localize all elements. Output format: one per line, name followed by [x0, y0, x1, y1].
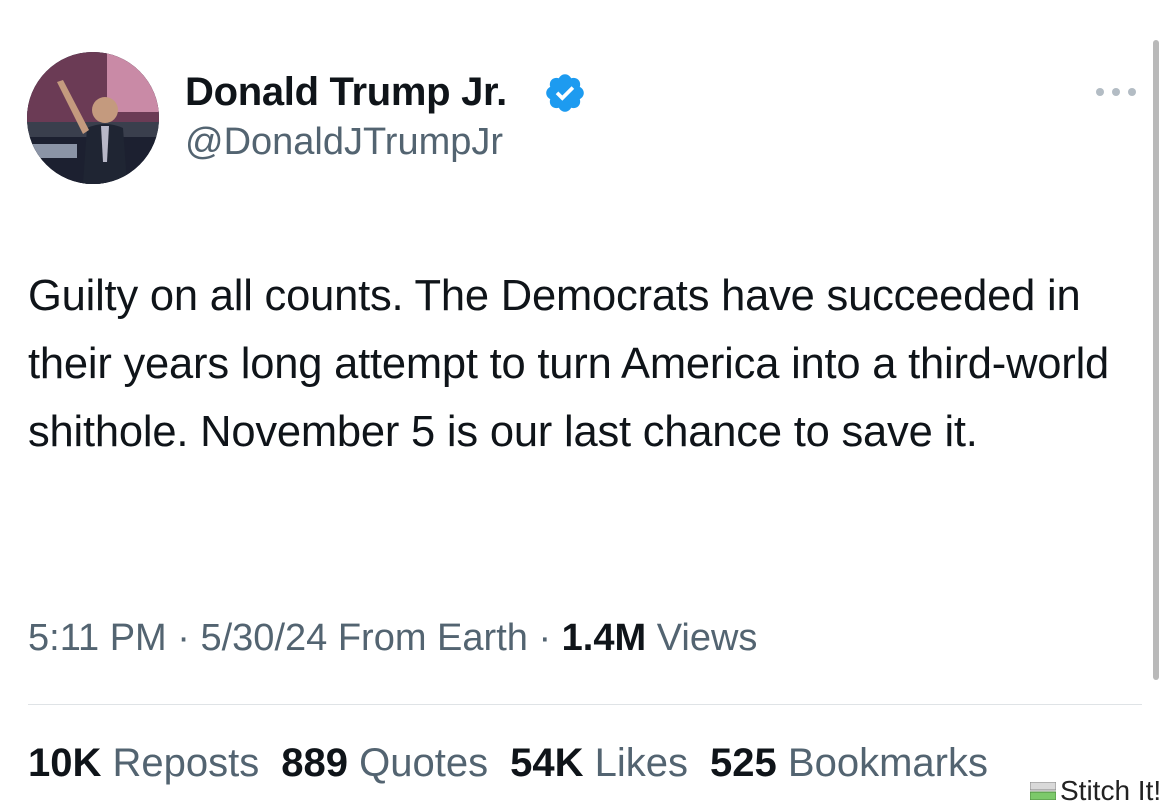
- tweet-text: Guilty on all counts. The Democrats have…: [28, 272, 1110, 456]
- stitch-label: Stitch It!: [1060, 775, 1162, 806]
- author-handle[interactable]: @DonaldJTrumpJr: [185, 121, 503, 164]
- quotes-count: 889: [281, 741, 349, 785]
- quotes-label: Quotes: [359, 741, 489, 785]
- avatar-image: [27, 52, 159, 184]
- tweet-source: From Earth: [337, 617, 528, 659]
- meta-separator: ·: [177, 617, 190, 659]
- scrollbar[interactable]: [1153, 40, 1159, 680]
- quotes-stat[interactable]: 889 Quotes: [281, 741, 488, 786]
- reposts-label: Reposts: [112, 741, 260, 785]
- stitch-it-watermark: Stitch It!: [1026, 773, 1168, 809]
- avatar[interactable]: [27, 52, 159, 184]
- engagement-stats: 10K Reposts 889 Quotes 54K Likes 525 Bookma…: [28, 741, 1010, 786]
- bookmarks-stat[interactable]: 525 Bookmarks: [710, 741, 988, 786]
- stitch-icon: [1030, 782, 1056, 800]
- reposts-stat[interactable]: 10K Reposts: [28, 741, 259, 786]
- likes-stat[interactable]: 54K Likes: [510, 741, 688, 786]
- meta-separator: ·: [538, 617, 552, 659]
- likes-count: 54K: [510, 741, 584, 785]
- verified-badge-icon: [546, 74, 584, 112]
- bookmarks-count: 525: [710, 741, 777, 785]
- views-count: 1.4M: [561, 617, 647, 659]
- divider: [28, 704, 1142, 705]
- more-options-icon[interactable]: [1092, 80, 1140, 104]
- views-label: Views: [656, 617, 758, 659]
- likes-label: Likes: [594, 741, 689, 785]
- reposts-count: 10K: [28, 741, 102, 785]
- bookmarks-label: Bookmarks: [787, 741, 988, 785]
- tweet-time[interactable]: 5:11 PM: [28, 617, 167, 659]
- author-display-name[interactable]: Donald Trump Jr.: [185, 70, 507, 115]
- tweet-meta: 5:11 PM · 5/30/24 From Earth · 1.4M View…: [28, 617, 757, 660]
- tweet-date[interactable]: 5/30/24: [200, 617, 327, 659]
